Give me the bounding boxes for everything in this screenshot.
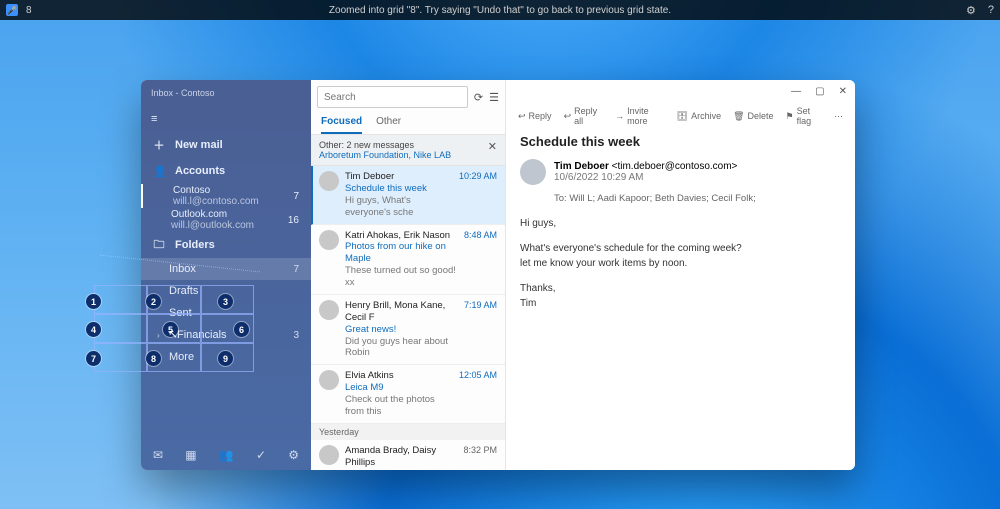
calendar-nav-icon[interactable]: ▦ bbox=[185, 448, 196, 462]
grid-number-2: 2 bbox=[146, 294, 161, 309]
grid-number-4: 4 bbox=[86, 322, 101, 337]
folders-header[interactable]: 🗀 Folders bbox=[141, 232, 311, 258]
tab-focused[interactable]: Focused bbox=[321, 116, 362, 134]
account-outlook[interactable]: Outlook.com will.l@outlook.com 16 bbox=[141, 208, 311, 232]
settings-nav-icon[interactable]: ⚙ bbox=[288, 448, 299, 462]
person-icon: 👤 bbox=[153, 165, 165, 178]
voice-access-bar: 🎤 8 Zoomed into grid "8". Try saying "Un… bbox=[0, 0, 1000, 20]
message-item[interactable]: Elvia Atkins Leica M9 Check out the phot… bbox=[311, 365, 505, 424]
message-item[interactable]: Amanda Brady, Daisy Phillips Mom's Birth… bbox=[311, 440, 505, 470]
avatar bbox=[319, 300, 339, 320]
grid-number-1: 1 bbox=[86, 294, 101, 309]
voice-hint-text: Zoomed into grid "8". Try saying "Undo t… bbox=[0, 5, 1000, 16]
close-window-icon[interactable]: ✕ bbox=[839, 86, 847, 97]
voice-grid-number: 8 bbox=[26, 5, 32, 16]
folder-icon: 🗀 bbox=[153, 236, 165, 255]
mail-nav-icon[interactable]: ✉ bbox=[153, 448, 163, 462]
window-title: Inbox - Contoso bbox=[151, 88, 215, 98]
avatar bbox=[319, 445, 339, 465]
help-icon[interactable]: ? bbox=[988, 4, 994, 17]
message-list: Tim Deboer Schedule this week Hi guys, W… bbox=[311, 166, 505, 470]
archive-button[interactable]: 🗄 Archive bbox=[677, 106, 721, 126]
grid-number-3: 3 bbox=[218, 294, 233, 309]
people-nav-icon[interactable]: 👥 bbox=[219, 448, 234, 462]
mail-body: Hi guys, What's everyone's schedule for … bbox=[506, 212, 855, 325]
hamburger-icon[interactable]: ≡ bbox=[151, 113, 157, 125]
plus-icon: ＋ bbox=[153, 137, 165, 153]
invite-button[interactable]: → Invite more bbox=[615, 106, 665, 126]
sidebar: Inbox - Contoso ≡ ＋ New mail 👤 Accounts … bbox=[141, 80, 311, 470]
message-item[interactable]: Katri Ahokas, Erik Nason Photos from our… bbox=[311, 225, 505, 295]
grid-number-8: 8 bbox=[146, 351, 161, 366]
maximize-icon[interactable]: ▢ bbox=[815, 86, 824, 97]
mail-subject: Schedule this week bbox=[506, 130, 855, 153]
message-list-pane: ⟳ ☰ Focused Other Other: 2 new messages … bbox=[311, 80, 506, 470]
avatar bbox=[319, 171, 339, 191]
new-mail-button[interactable]: ＋ New mail bbox=[141, 132, 311, 158]
sender-avatar bbox=[520, 159, 546, 185]
folder-inbox[interactable]: Inbox 7 bbox=[141, 258, 311, 280]
avatar bbox=[319, 370, 339, 390]
flag-button[interactable]: ⚑ Set flag bbox=[786, 106, 822, 126]
message-item[interactable]: Tim Deboer Schedule this week Hi guys, W… bbox=[311, 166, 505, 225]
grid-number-9: 9 bbox=[218, 351, 233, 366]
mail-window: Inbox - Contoso ≡ ＋ New mail 👤 Accounts … bbox=[141, 80, 855, 470]
select-mode-icon[interactable]: ☰ bbox=[489, 91, 499, 104]
search-input[interactable] bbox=[317, 86, 468, 108]
sync-icon[interactable]: ⟳ bbox=[474, 91, 483, 104]
more-actions-icon[interactable]: ⋯ bbox=[834, 106, 843, 126]
other-banner[interactable]: Other: 2 new messages Arboretum Foundati… bbox=[311, 135, 505, 166]
account-contoso[interactable]: Contoso will.l@contoso.com 7 bbox=[141, 184, 311, 208]
avatar bbox=[319, 230, 339, 250]
delete-button[interactable]: 🗑 Delete bbox=[733, 106, 773, 126]
grid-number-6: 6 bbox=[234, 322, 249, 337]
reading-pane: — ▢ ✕ ↩ Reply ↩ Reply all → Invite more … bbox=[506, 80, 855, 470]
tab-other[interactable]: Other bbox=[376, 116, 401, 134]
accounts-header[interactable]: 👤 Accounts bbox=[141, 158, 311, 184]
grid-number-7: 7 bbox=[86, 351, 101, 366]
reply-button[interactable]: ↩ Reply bbox=[518, 106, 552, 126]
message-item[interactable]: Henry Brill, Mona Kane, Cecil F Great ne… bbox=[311, 295, 505, 365]
reply-all-button[interactable]: ↩ Reply all bbox=[564, 106, 604, 126]
todo-nav-icon[interactable]: ✓ bbox=[256, 448, 266, 462]
mic-icon[interactable]: 🎤 bbox=[6, 4, 18, 16]
group-header: Yesterday bbox=[311, 424, 505, 440]
minimize-icon[interactable]: — bbox=[791, 86, 801, 97]
close-icon[interactable]: ✕ bbox=[488, 140, 497, 153]
settings-icon[interactable]: ⚙ bbox=[966, 4, 976, 17]
cursor-icon: ↖ bbox=[168, 327, 178, 341]
